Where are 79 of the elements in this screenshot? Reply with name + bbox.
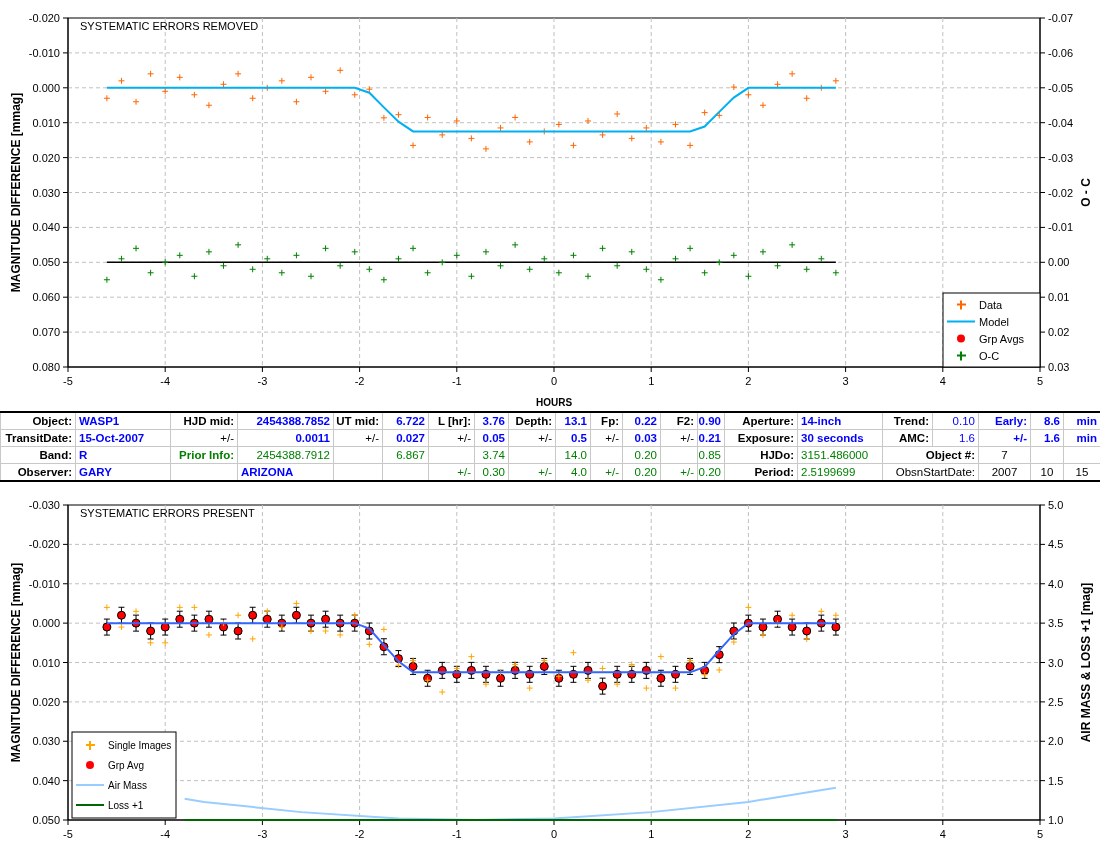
axis-title: HOURS [535, 397, 573, 408]
tick-label: -2 [354, 828, 365, 841]
tick-label: 0.020 [32, 696, 60, 709]
tick-label: 5.0 [1048, 499, 1064, 512]
tick-label: 1.0 [1048, 814, 1064, 827]
tick-label: -0.05 [1048, 81, 1074, 94]
tick-label: -0.010 [28, 578, 60, 591]
tick-label: -2 [354, 375, 365, 387]
tick-label: 4.5 [1048, 538, 1064, 551]
tick-label: 4 [939, 375, 946, 387]
tick-label: 2 [745, 828, 752, 841]
legend-label: Air Mass [108, 780, 147, 792]
tick-label: 0.040 [32, 775, 60, 788]
tick-label: 0.040 [32, 221, 60, 234]
tick-label: 0.000 [32, 617, 60, 630]
legend-label: Grp Avgs [979, 332, 1025, 345]
tick-label: 0.030 [32, 735, 60, 748]
tick-label: 1.5 [1048, 775, 1064, 788]
tick-label: 3.0 [1048, 656, 1064, 669]
legend-label: Data [979, 298, 1003, 311]
tick-label: 2.5 [1048, 696, 1064, 709]
tick-label: -3 [257, 375, 268, 387]
axis-title: AIR MASS & LOSS +1 [mag] [1079, 583, 1093, 743]
legend-label: Model [979, 315, 1009, 328]
tick-label: -1 [451, 375, 462, 387]
table-cell: ObsnStartDate: [895, 464, 975, 481]
tick-label: 0.080 [32, 361, 60, 373]
tick-label: -0.020 [28, 538, 60, 551]
tick-label: -5 [63, 828, 73, 841]
tick-label: -0.06 [1048, 46, 1074, 59]
tick-label: 0.030 [32, 186, 60, 199]
tick-label: 3 [842, 375, 849, 387]
legend-label: Grp Avg [108, 760, 144, 772]
legend-label: Single Images [108, 740, 172, 752]
tick-label: 0.010 [32, 116, 60, 129]
tick-label: -0.04 [1048, 116, 1074, 129]
tick-label: -0.020 [28, 12, 60, 24]
tick-label: 0 [550, 828, 558, 841]
tick-label: 4.0 [1048, 578, 1064, 591]
chart-title: SYSTEMATIC ERRORS PRESENT [80, 507, 255, 520]
tick-label: 0.03 [1048, 361, 1070, 373]
tick-label: -4 [160, 375, 171, 387]
tick-label: 2.0 [1048, 735, 1064, 748]
tick-label: 0.070 [32, 326, 60, 339]
tick-label: 0.060 [32, 291, 60, 304]
tick-label: -3 [257, 828, 268, 841]
tick-label: -0.07 [1048, 12, 1074, 24]
tick-label: -0.030 [28, 499, 60, 512]
tick-label: 0.00 [1048, 256, 1070, 269]
tick-label: 0.020 [32, 151, 60, 164]
tick-label: -0.02 [1048, 186, 1074, 199]
tick-label: 3 [842, 828, 849, 841]
tick-label: 5 [1036, 828, 1044, 841]
tick-label: 0.02 [1048, 326, 1070, 339]
tick-label: -1 [451, 828, 462, 841]
tick-label: 0 [550, 375, 558, 387]
tick-label: -5 [63, 375, 73, 387]
tick-label: 2 [745, 375, 752, 387]
tick-label: -0.03 [1048, 151, 1074, 164]
tick-label: -0.01 [1048, 221, 1074, 234]
legend-label: Loss +1 [108, 800, 144, 812]
tick-label: 4 [939, 828, 946, 841]
axis-title: MAGNITUDE DIFFERENCE [mmag] [9, 563, 23, 763]
tick-label: -0.010 [28, 46, 60, 59]
tick-label: 1 [648, 375, 655, 387]
tick-label: -4 [160, 828, 171, 841]
tick-label: 0.050 [32, 814, 60, 827]
tick-label: 1 [648, 828, 655, 841]
tick-label: 3.5 [1048, 617, 1064, 630]
chart-title: SYSTEMATIC ERRORS REMOVED [80, 20, 259, 32]
tick-label: 0.000 [32, 81, 60, 94]
axis-title: MAGNITUDE DIFFERENCE [mmag] [9, 92, 23, 293]
tick-label: 0.050 [32, 256, 60, 269]
field-label: Object #: [925, 447, 975, 464]
axis-title: O - C [1079, 178, 1093, 207]
tick-label: 5 [1036, 375, 1044, 387]
tick-label: 0.01 [1048, 291, 1070, 304]
legend-label: O-C [979, 349, 1000, 362]
tick-label: 0.010 [32, 656, 60, 669]
